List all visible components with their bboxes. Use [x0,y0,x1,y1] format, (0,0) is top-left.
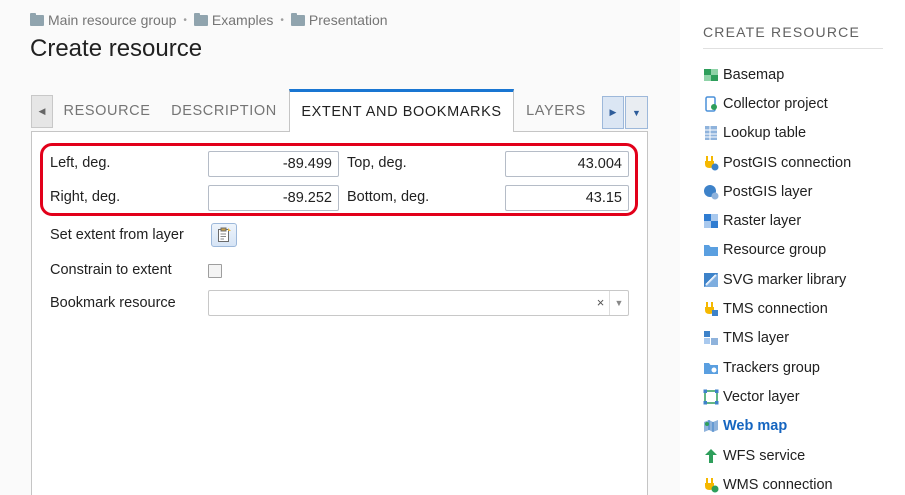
chevron-down-icon[interactable]: ▼ [610,291,628,315]
sidebar-item-svg-marker-library[interactable]: SVG marker library [703,265,851,294]
sidebar-item-raster-layer[interactable]: Raster layer [703,206,851,235]
breadcrumb-label[interactable]: Examples [212,12,273,28]
clear-icon[interactable]: × [592,291,610,315]
postgis-layer-icon [704,184,719,200]
tab-resource[interactable]: RESOURCE [55,89,159,132]
breadcrumb-label[interactable]: Main resource group [48,12,176,28]
sidebar-item-label: Vector layer [723,388,800,405]
sidebar-item-label: Raster layer [723,213,802,230]
tab-extent-and-bookmarks[interactable]: EXTENT AND BOOKMARKS [289,89,514,133]
wfs-service-icon [705,448,717,463]
sidebar-item-web-map[interactable]: Web map [703,412,851,441]
set-extent-from-layer-button[interactable] [211,223,237,247]
bottom-deg-label: Bottom, deg. [347,189,430,205]
folder-icon [704,245,718,257]
sidebar-item-postgis-layer[interactable]: PostGIS layer [703,177,851,206]
lookup-table-icon [705,126,717,141]
sidebar-title: CREATE RESOURCE [703,24,860,40]
sidebar-item-basemap[interactable]: Basemap [703,60,851,89]
tab-layers[interactable]: LAYERS [514,89,598,132]
left-deg-input[interactable] [208,151,339,177]
tab-scroll-left-button[interactable]: ◀ [31,95,53,128]
sidebar-item-tms-layer[interactable]: TMS layer [703,324,851,353]
resource-type-list: Basemap Collector project Lookup table P… [703,60,851,495]
sidebar-item-label: WMS connection [723,476,833,493]
sidebar-item-label: Resource group [723,242,827,259]
top-deg-input[interactable] [505,151,629,177]
sidebar-item-wms-connection[interactable]: WMS connection [703,470,851,495]
right-deg-label: Right, deg. [50,189,121,205]
sidebar-item-label: SVG marker library [723,271,847,288]
main-content: Main resource group • Examples • Present… [0,0,680,495]
breadcrumb-separator: • [183,14,187,26]
right-deg-input[interactable] [208,185,339,211]
bookmark-resource-label: Bookmark resource [50,295,176,311]
web-map-icon [704,420,718,433]
sidebar-item-collector-project[interactable]: Collector project [703,89,851,118]
breadcrumb-item-presentation[interactable]: Presentation [290,12,388,28]
chevron-down-icon: ▼ [632,107,641,118]
breadcrumb-label[interactable]: Presentation [309,12,388,28]
sidebar-item-resource-group[interactable]: Resource group [703,236,851,265]
set-extent-label: Set extent from layer [50,227,184,243]
tab-description[interactable]: DESCRIPTION [159,89,289,132]
wms-connection-icon [705,477,719,493]
sidebar-item-label: PostGIS layer [723,183,813,200]
sidebar-item-label: Web map [723,418,788,435]
sidebar-item-label: Collector project [723,95,828,112]
tab-bar: ◀ RESOURCE DESCRIPTION EXTENT AND BOOKMA… [31,89,648,133]
sidebar-item-label: TMS layer [723,330,790,347]
tms-connection-icon [705,302,718,317]
sidebar-divider [703,48,883,49]
constrain-to-extent-label: Constrain to extent [50,262,172,278]
chevron-right-icon: ▶ [609,107,617,117]
sidebar-item-tms-connection[interactable]: TMS connection [703,294,851,323]
page-title: Create resource [30,35,203,62]
bookmark-resource-select[interactable]: × ▼ [208,290,629,316]
breadcrumb-item-examples[interactable]: Examples [193,12,273,28]
sidebar-item-label: Lookup table [723,125,807,142]
folder-icon [193,12,208,26]
sidebar-item-label: Basemap [723,66,785,83]
sidebar-item-label: Trackers group [723,359,820,376]
sidebar-item-vector-layer[interactable]: Vector layer [703,382,851,411]
sidebar-item-wfs-service[interactable]: WFS service [703,441,851,470]
folder-icon [290,12,305,26]
tms-layer-icon [704,331,718,346]
clipboard-icon [218,227,231,242]
sidebar-item-trackers-group[interactable]: Trackers group [703,353,851,382]
tab-scroll-right-button[interactable]: ▶ [602,96,624,129]
top-deg-label: Top, deg. [347,155,407,171]
create-resource-sidebar: CREATE RESOURCE Basemap Collector projec… [680,0,905,495]
breadcrumb: Main resource group • Examples • Present… [30,12,388,28]
breadcrumb-item-main-resource-group[interactable]: Main resource group [30,12,176,28]
constrain-to-extent-checkbox[interactable] [208,264,222,278]
bottom-deg-input[interactable] [505,185,629,211]
folder-icon [30,12,44,26]
sidebar-item-label: TMS connection [723,301,828,318]
postgis-connection-icon [705,155,719,171]
sidebar-item-postgis-connection[interactable]: PostGIS connection [703,148,851,177]
svg-marker-library-icon [704,272,718,287]
chevron-left-icon: ◀ [38,106,46,116]
raster-layer-icon [704,214,718,229]
sidebar-item-lookup-table[interactable]: Lookup table [703,119,851,148]
tab-list-menu-button[interactable]: ▼ [625,96,648,129]
left-deg-label: Left, deg. [50,155,111,171]
trackers-group-icon [704,362,718,374]
vector-layer-icon [703,389,719,405]
basemap-icon [704,68,718,81]
breadcrumb-separator: • [280,14,284,26]
sidebar-item-label: WFS service [723,447,806,464]
collector-project-icon [705,96,717,112]
sidebar-item-label: PostGIS connection [723,154,852,171]
